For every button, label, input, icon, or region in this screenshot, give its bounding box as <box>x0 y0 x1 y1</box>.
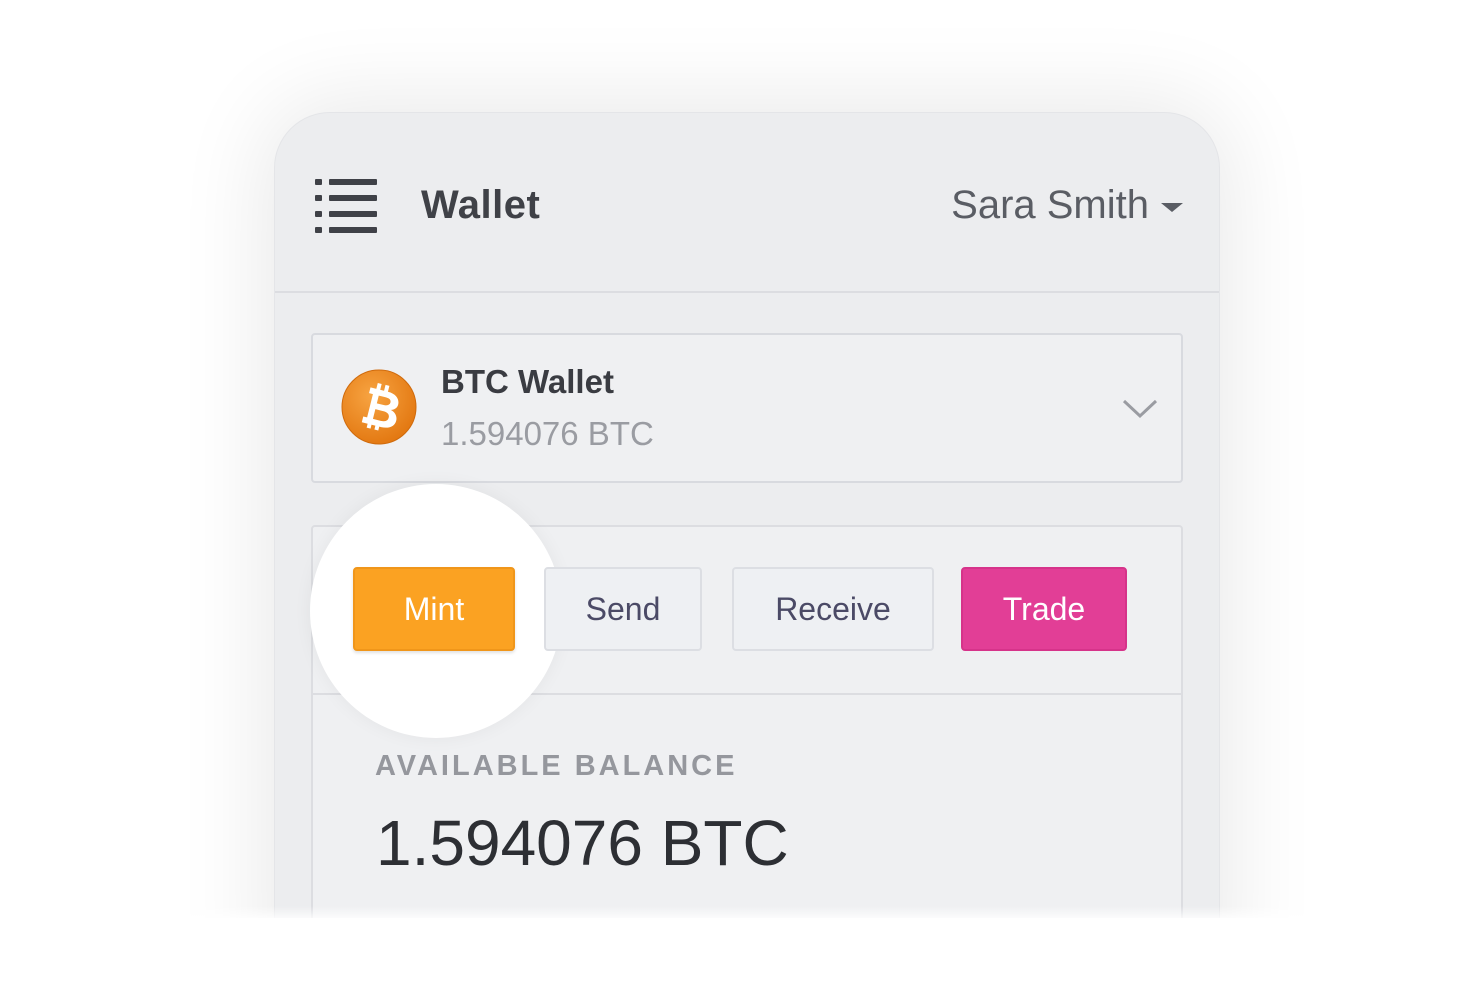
wallet-selector[interactable]: BTC Wallet 1.594076 BTC <box>311 333 1183 483</box>
app-header: Wallet Sara Smith <box>275 113 1219 293</box>
wallet-name: BTC Wallet <box>441 363 614 400</box>
balance-label: AVAILABLE BALANCE <box>375 750 738 782</box>
trade-button[interactable]: Trade <box>961 567 1127 651</box>
mint-button[interactable]: Mint <box>353 567 515 651</box>
page-title: Wallet <box>421 183 541 227</box>
caret-down-icon <box>1161 203 1183 212</box>
receive-button[interactable]: Receive <box>732 567 934 651</box>
screen: Wallet Sara Smith BTC Wallet 1.594076 BT… <box>0 0 1476 1002</box>
send-button[interactable]: Send <box>544 567 702 651</box>
wallet-amount: 1.594076 BTC <box>441 415 654 452</box>
list-menu-icon <box>315 179 377 233</box>
user-menu[interactable]: Sara Smith <box>951 183 1183 228</box>
balance-value: 1.594076 BTC <box>376 807 789 879</box>
bitcoin-icon <box>341 369 417 445</box>
chevron-down-icon <box>1122 399 1158 419</box>
menu-button[interactable] <box>315 179 377 235</box>
bottom-fade <box>0 906 1476 920</box>
phone-viewport: Wallet Sara Smith BTC Wallet 1.594076 BT… <box>0 0 1476 918</box>
user-name: Sara Smith <box>951 183 1149 227</box>
